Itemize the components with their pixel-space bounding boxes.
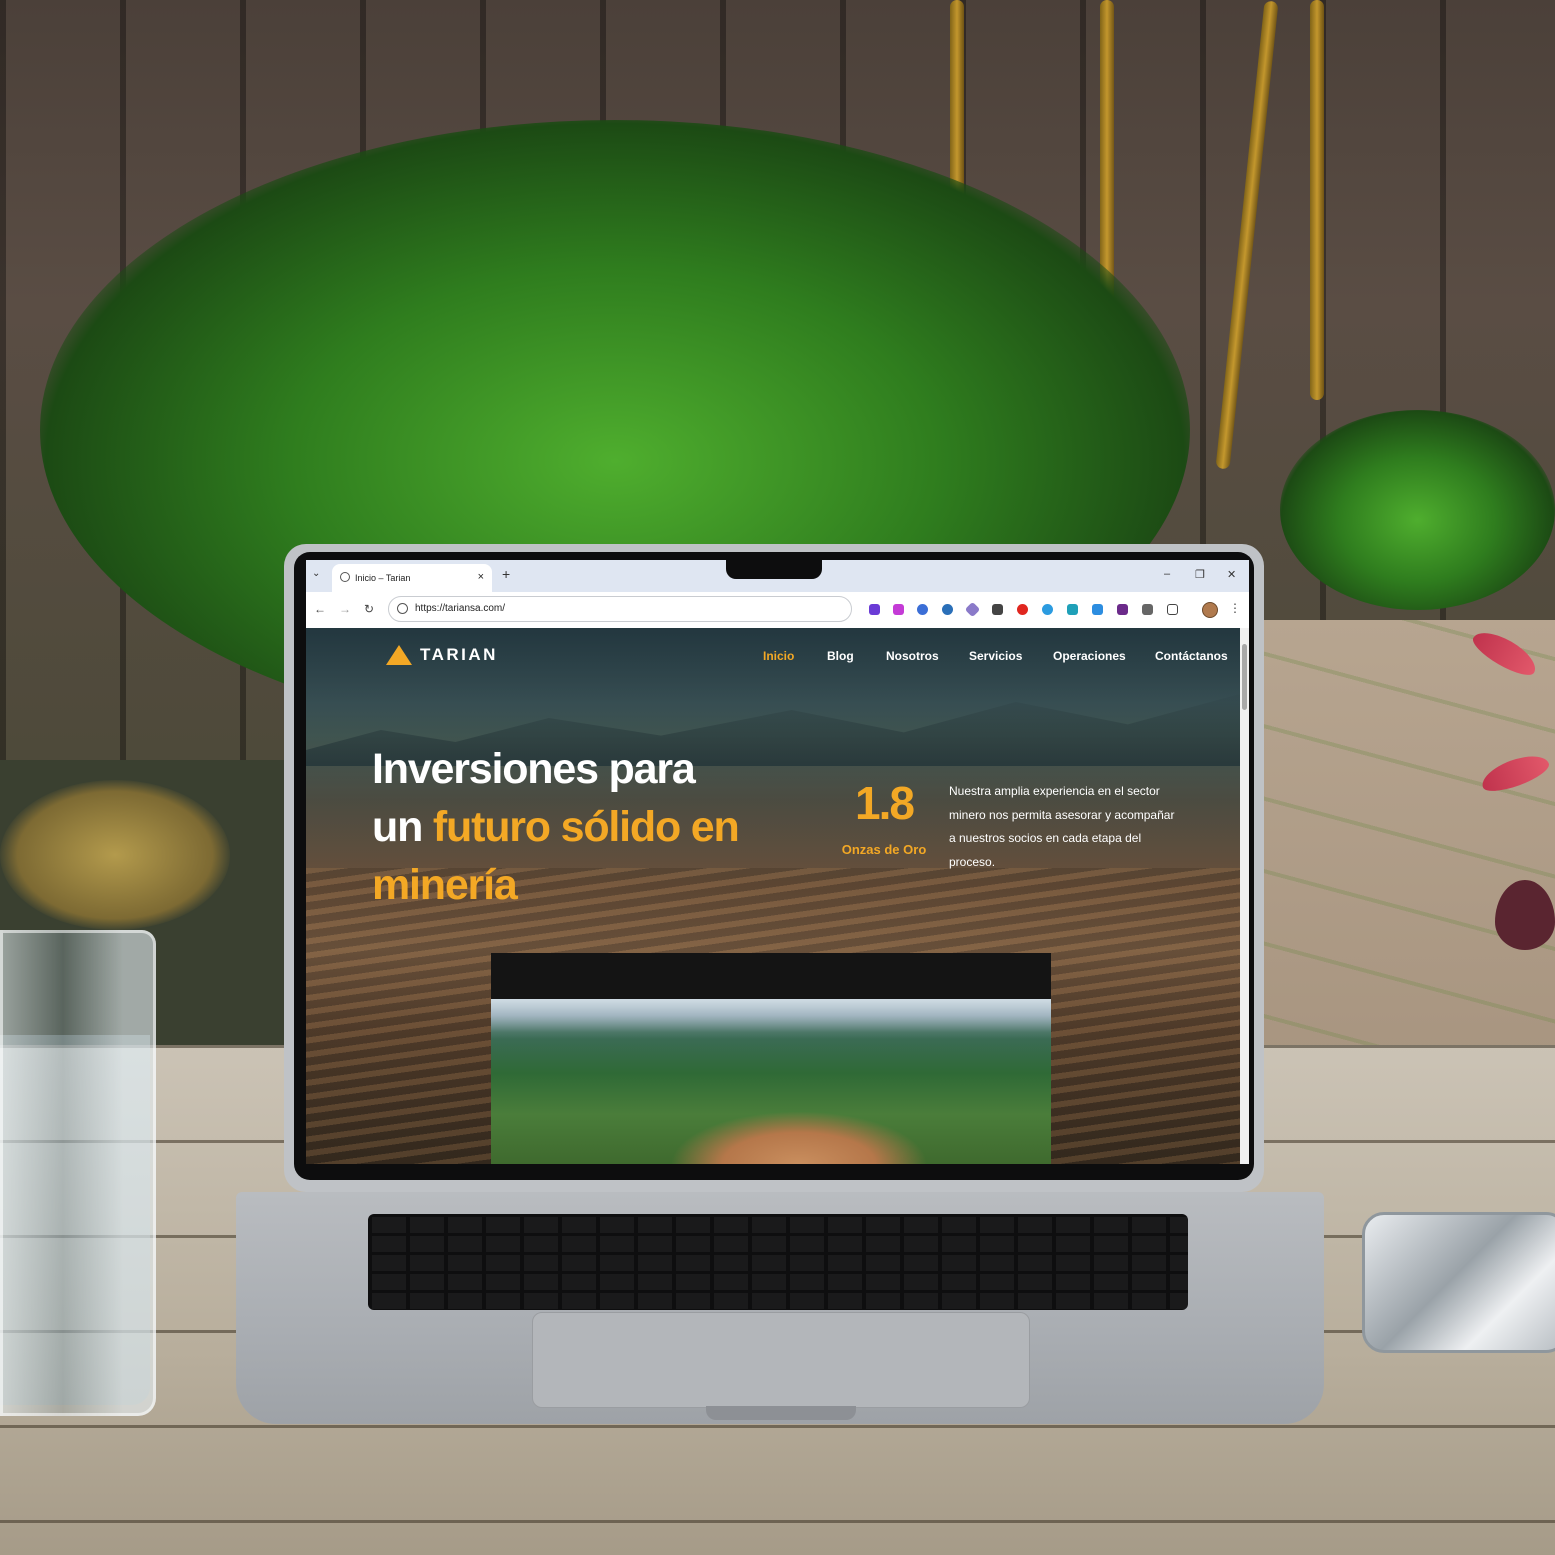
- logo-text: TARIAN: [420, 645, 498, 664]
- mine-aerial-image: [491, 999, 1051, 1164]
- address-bar[interactable]: https://tariansa.com/: [388, 596, 852, 622]
- nav-operaciones[interactable]: Operaciones: [1053, 649, 1126, 663]
- hero-line-2-accent: futuro sólido en: [432, 803, 740, 851]
- laptop-trackpad: [532, 1312, 1030, 1408]
- wordpress-icon[interactable]: [942, 604, 953, 615]
- extension-icon[interactable]: [917, 604, 928, 615]
- tag-extension-icon[interactable]: [1092, 604, 1103, 615]
- laptop-keyboard: [368, 1214, 1188, 1310]
- bamboo-stalk: [1310, 0, 1324, 400]
- nav-blog[interactable]: Blog: [827, 649, 854, 663]
- scrollbar-thumb[interactable]: [1242, 644, 1247, 710]
- camera-notch: [726, 560, 822, 579]
- close-window-button[interactable]: ✕: [1227, 568, 1236, 581]
- nav-inicio[interactable]: Inicio: [763, 649, 794, 663]
- clouds: [491, 999, 1051, 1039]
- site-info-icon[interactable]: [397, 603, 408, 614]
- wifi-extension-icon[interactable]: [1042, 604, 1053, 615]
- video-player[interactable]: [491, 953, 1051, 1164]
- close-tab-icon[interactable]: ×: [478, 571, 484, 583]
- new-tab-button[interactable]: +: [502, 566, 510, 582]
- stat-value: 1.8: [855, 777, 915, 829]
- nav-servicios[interactable]: Servicios: [969, 649, 1022, 663]
- forward-button[interactable]: →: [339, 602, 351, 616]
- green-plant: [1280, 410, 1555, 610]
- extension-icon[interactable]: [1142, 604, 1153, 615]
- smartphone: [1362, 1212, 1555, 1353]
- url-text: https://tariansa.com/: [415, 603, 506, 614]
- tab-list-button[interactable]: ⌄: [312, 568, 320, 579]
- tab-title: Inicio – Tarian: [355, 573, 411, 583]
- extension-icon[interactable]: [1117, 604, 1128, 615]
- opera-icon[interactable]: [1017, 604, 1028, 615]
- browser-toolbar: ← → ↻ https://tariansa.com/ ⋮: [306, 592, 1249, 629]
- mountain-logo-icon: [386, 645, 412, 665]
- site-logo[interactable]: TARIAN: [386, 645, 498, 665]
- restore-button[interactable]: ❐: [1195, 568, 1205, 581]
- profile-avatar[interactable]: [1202, 602, 1218, 618]
- stat-label: Onzas de Oro: [841, 842, 927, 857]
- hero-line-2-plain: un: [372, 803, 433, 851]
- minimize-button[interactable]: –: [1164, 568, 1170, 580]
- hero-description: Nuestra amplia experiencia en el sector …: [949, 784, 1175, 869]
- reload-button[interactable]: ↻: [364, 602, 374, 616]
- nav-contactanos[interactable]: Contáctanos: [1155, 649, 1228, 663]
- puzzle-icon[interactable]: [1167, 604, 1178, 615]
- website-hero: TARIAN Inicio Blog Nosotros Servicios Op…: [306, 628, 1240, 1164]
- download-icon[interactable]: [992, 604, 1003, 615]
- hero-line-1: Inversiones para: [372, 745, 696, 793]
- drinking-glass: [0, 930, 156, 1416]
- laptop-lid-lip: [706, 1406, 856, 1420]
- browser-menu-icon[interactable]: ⋮: [1229, 601, 1241, 615]
- browser-window: ⌄ Inicio – Tarian × + – ❐ ✕ ← → ↻ https:…: [306, 560, 1249, 1164]
- tab-inicio[interactable]: Inicio – Tarian ×: [332, 564, 492, 592]
- hero-line-3-accent: minería: [372, 861, 518, 909]
- dry-shrub: [0, 780, 230, 930]
- extension-icon[interactable]: [1067, 604, 1078, 615]
- page-scrollbar[interactable]: [1240, 628, 1249, 1164]
- extension-icon[interactable]: [893, 604, 904, 615]
- nav-nosotros[interactable]: Nosotros: [886, 649, 939, 663]
- extension-icon[interactable]: [964, 601, 981, 618]
- globe-icon: [340, 572, 350, 582]
- hero-title: Inversiones para un futuro sólido en min…: [372, 740, 792, 914]
- back-button[interactable]: ←: [314, 602, 326, 616]
- extension-icon[interactable]: [869, 604, 880, 615]
